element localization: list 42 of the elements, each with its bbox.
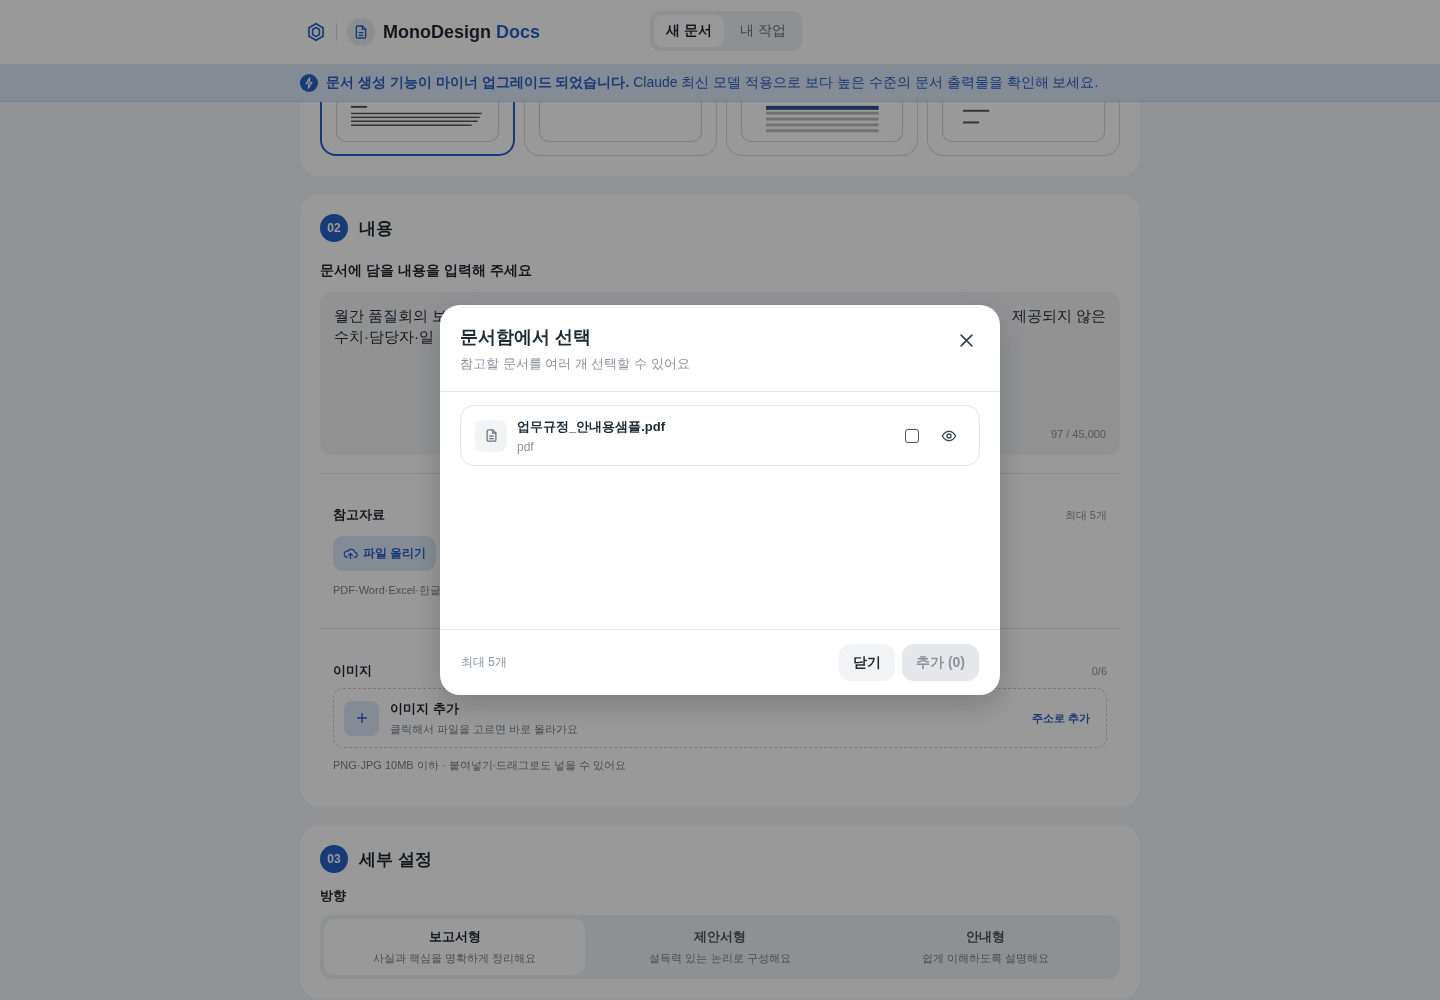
field-label: 문서에 담을 내용을 입력해 주세요: [320, 262, 533, 280]
file-checkbox[interactable]: [905, 428, 919, 443]
dropzone-title: 이미지 추가: [390, 699, 460, 718]
limit-text: 최대 5개: [461, 654, 507, 671]
template-thumbnail[interactable]: [320, 102, 515, 156]
step-number: 02: [320, 214, 348, 242]
view-tab[interactable]: 새 문서: [654, 15, 724, 47]
subsection-title: 이미지: [333, 662, 372, 680]
document-icon: [353, 24, 369, 40]
textarea-text: 수치·담당자·일: [334, 327, 434, 347]
dialog-subtitle: 참고할 문서를 여러 개 선택할 수 있어요: [460, 355, 690, 373]
file-name: 업무규정_안내용샘플.pdf: [517, 417, 666, 436]
section-title: 세부 설정: [359, 848, 432, 871]
limit-text: 최대 5개: [1064, 507, 1107, 523]
dismiss-button[interactable]: 닫기: [839, 644, 895, 681]
step-number: 03: [320, 845, 348, 873]
textarea-text: 제공되지 않은: [1011, 306, 1106, 326]
image-count: 0/6: [1091, 665, 1107, 677]
file-type-hint: PDF·Word·Excel·한글: [333, 583, 442, 598]
upload-button[interactable]: 파일 올리기: [333, 536, 437, 571]
file-item[interactable]: 업무규정_안내용샘플.pdf pdf: [460, 405, 980, 466]
field-label: 방향: [320, 887, 347, 905]
direction-option[interactable]: 보고서형 사실과 핵심을 명확하게 정리해요: [324, 919, 586, 975]
document-icon: [483, 428, 499, 443]
plus-icon: [355, 712, 368, 724]
image-hint: PNG·JPG 10MB 이하 · 붙여넣기·드래그로도 넣을 수 있어요: [333, 758, 628, 773]
view-tab[interactable]: 내 작업: [727, 15, 798, 47]
dropzone-subtitle: 클릭해서 파일을 고르면 바로 올라가요: [390, 721, 579, 737]
logo-icon: [306, 22, 326, 42]
file-type: pdf: [517, 439, 535, 454]
cloud-upload-icon: [343, 546, 358, 561]
close-icon: [959, 333, 973, 347]
add-by-url-link[interactable]: 주소로 추가: [1031, 710, 1090, 726]
direction-option[interactable]: 제안서형 설득력 있는 논리로 구성해요: [589, 919, 851, 975]
dialog-title: 문서함에서 선택: [460, 326, 592, 349]
brand-name: MonoDesign Docs: [383, 21, 541, 43]
character-counter: 97 / 45,000: [1050, 427, 1106, 442]
section-title: 내용: [359, 217, 393, 240]
direction-option[interactable]: 안내형 쉽게 이해하도록 설명해요: [854, 919, 1116, 975]
banner-text: 문서 생성 기능이 마이너 업그레이드 되었습니다. Claude 최신 모델 적용으로 보다 높은 수준의 문서 출력물을 확인해 보세요.: [326, 74, 1099, 92]
subsection-title: 참고자료: [333, 506, 385, 524]
lightning-icon: [300, 74, 318, 92]
